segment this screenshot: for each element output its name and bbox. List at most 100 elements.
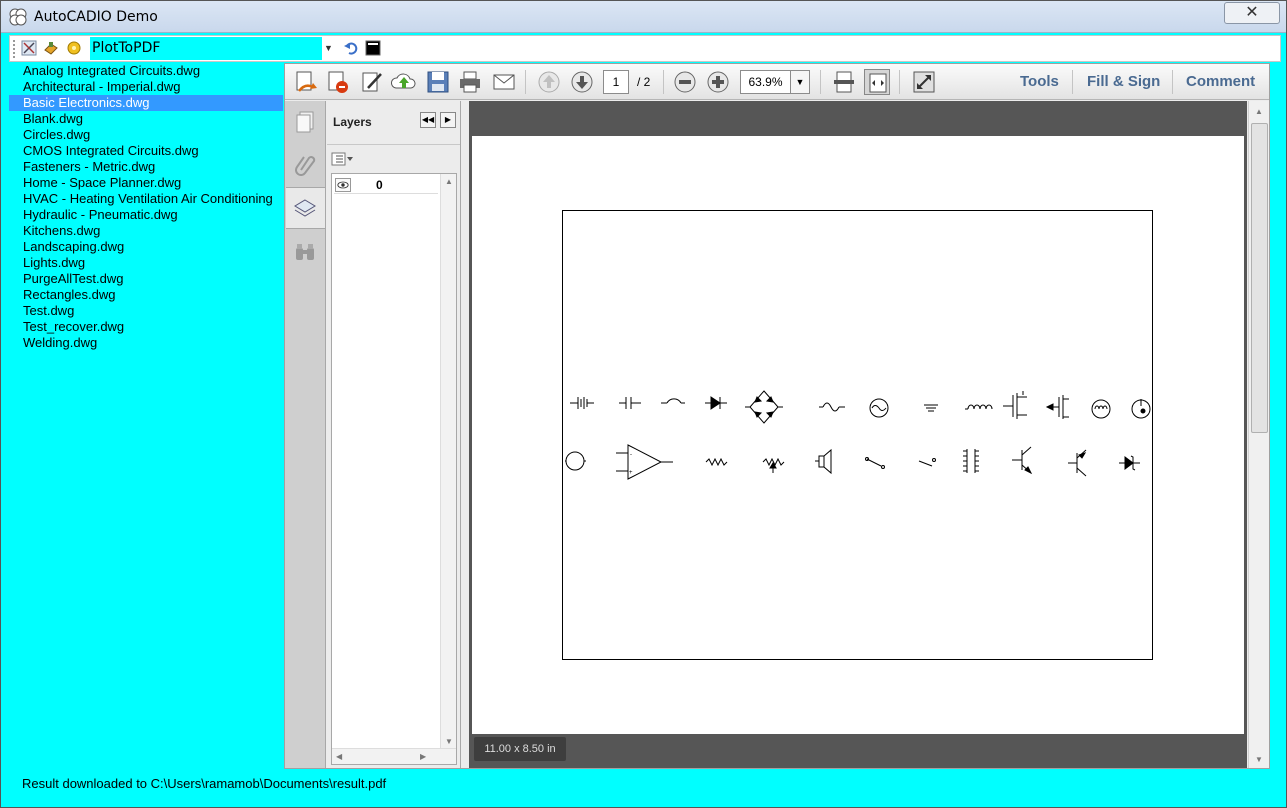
scroll-left-icon[interactable]: ◀ <box>336 752 342 761</box>
page-size-badge: 11.00 x 8.50 in <box>474 737 566 761</box>
attachments-button[interactable] <box>286 143 325 185</box>
file-list-item[interactable]: Landscaping.dwg <box>9 239 283 255</box>
print-icon[interactable] <box>457 69 483 95</box>
toolbar-separator <box>1172 70 1173 94</box>
file-list-item[interactable]: Lights.dwg <box>9 255 283 271</box>
layer-name: 0 <box>376 178 383 192</box>
battery-symbol <box>570 397 594 409</box>
layer-vertical-scrollbar[interactable]: ▲ ▼ <box>440 174 456 748</box>
layer-options-icon[interactable] <box>331 151 357 167</box>
svg-text:+: + <box>629 470 633 476</box>
switch-open-symbol <box>918 458 936 467</box>
sign-edit-icon[interactable] <box>359 69 385 95</box>
full-screen-icon[interactable] <box>911 69 937 95</box>
zoom-out-icon[interactable] <box>672 69 698 95</box>
switch-symbol <box>865 457 885 469</box>
document-vertical-scrollbar[interactable]: ▲ ▼ <box>1248 101 1269 768</box>
file-list-item[interactable]: Basic Electronics.dwg <box>9 95 283 111</box>
undo-icon[interactable] <box>343 40 359 56</box>
scroll-up-icon[interactable]: ▲ <box>445 177 453 186</box>
build-icon[interactable] <box>43 40 59 56</box>
op-amp-symbol: -+ <box>616 444 673 480</box>
file-list-item[interactable]: Kitchens.dwg <box>9 223 283 239</box>
scroll-right-icon[interactable]: ▶ <box>420 752 426 761</box>
resistor-symbol <box>705 457 728 467</box>
file-list-item[interactable]: Home - Space Planner.dwg <box>9 175 283 191</box>
file-list-item[interactable]: Fasteners - Metric.dwg <box>9 159 283 175</box>
npn-transistor-symbol <box>1012 446 1033 475</box>
eye-icon[interactable] <box>335 178 351 192</box>
email-icon[interactable] <box>491 69 517 95</box>
close-button[interactable]: ✕ <box>1224 2 1280 24</box>
navigation-pane-rail <box>285 101 326 768</box>
pnp-transistor-symbol <box>1068 449 1087 477</box>
scroll-down-icon[interactable]: ▼ <box>445 737 453 746</box>
collapse-left-icon[interactable]: ◀◀ <box>420 112 436 128</box>
scroll-up-icon[interactable]: ▲ <box>1255 107 1263 116</box>
file-list-item[interactable]: Welding.dwg <box>9 335 283 351</box>
toolbar-separator <box>1072 70 1073 94</box>
activity-toolbar: PlotToPDF ▼ <box>9 35 1281 62</box>
layers-button[interactable] <box>286 187 325 229</box>
zoom-in-icon[interactable] <box>705 69 731 95</box>
title-bar: AutoCADIO Demo ✕ <box>1 1 1286 33</box>
window-title: AutoCADIO Demo <box>34 9 158 25</box>
file-list-item[interactable]: Test.dwg <box>9 303 283 319</box>
file-list-item[interactable]: Hydraulic - Pneumatic.dwg <box>9 207 283 223</box>
scroll-thumb[interactable] <box>1251 123 1268 433</box>
upload-cloud-icon[interactable] <box>390 69 417 95</box>
file-list-item[interactable]: CMOS Integrated Circuits.dwg <box>9 143 283 159</box>
file-list-item[interactable]: Rectangles.dwg <box>9 287 283 303</box>
edit-pdf-icon[interactable] <box>325 69 351 95</box>
layers-panel: Layers ◀◀ ▶ 0 ▲ ▼ ◀ ▶ <box>327 101 461 768</box>
app-logo-icon <box>9 8 27 26</box>
zoom-input[interactable]: 63.9% <box>740 70 790 94</box>
document-area: - + 11.00 x 8.50 in <box>469 101 1247 768</box>
save-icon[interactable] <box>425 69 451 95</box>
scroll-down-icon[interactable]: ▼ <box>1255 755 1263 764</box>
speaker-symbol <box>815 448 832 475</box>
file-list-item[interactable]: Analog Integrated Circuits.dwg <box>9 63 283 79</box>
fit-width-icon[interactable] <box>864 69 890 95</box>
bridge-rectifier-symbol <box>745 390 783 424</box>
zoom-dropdown-icon[interactable]: ▼ <box>790 70 810 94</box>
chevron-down-icon[interactable]: ▼ <box>324 43 333 53</box>
previous-page-icon[interactable] <box>536 69 562 95</box>
layer-list: 0 ▲ ▼ ◀ ▶ <box>331 173 457 765</box>
file-list-item[interactable]: PurgeAllTest.dwg <box>9 271 283 287</box>
drawing-file-list: Analog Integrated Circuits.dwg Architectu… <box>9 63 283 763</box>
file-list-item[interactable]: Architectural - Imperial.dwg <box>9 79 283 95</box>
file-list-item[interactable]: Circles.dwg <box>9 127 283 143</box>
activity-combo[interactable]: PlotToPDF <box>90 37 322 60</box>
run-icon[interactable] <box>66 40 82 56</box>
tab-tools[interactable]: Tools <box>1020 73 1059 90</box>
transformer-symbol <box>963 449 979 473</box>
next-page-icon[interactable] <box>569 69 595 95</box>
layer-row[interactable]: 0 <box>334 176 438 194</box>
tab-comment[interactable]: Comment <box>1186 73 1255 90</box>
file-list-item[interactable]: HVAC - Heating Ventilation Air Condition… <box>9 191 283 207</box>
mosfet-p-symbol <box>1045 395 1069 419</box>
ground-symbol <box>924 404 938 412</box>
binoculars-icon <box>296 244 314 260</box>
console-icon[interactable] <box>365 40 381 56</box>
tab-fill-sign[interactable]: Fill & Sign <box>1087 73 1160 90</box>
page-number-input[interactable]: 1 <box>603 70 629 94</box>
potentiometer-symbol <box>762 457 785 473</box>
fit-page-icon[interactable] <box>831 69 857 95</box>
toolbar-separator <box>525 70 526 94</box>
create-pdf-icon[interactable] <box>293 69 319 95</box>
app-window: AutoCADIO Demo ✕ PlotToPDF ▼ Analog Inte… <box>0 0 1287 808</box>
paperclip-icon <box>295 156 316 176</box>
file-list-item[interactable]: Blank.dwg <box>9 111 283 127</box>
file-list-item[interactable]: Test_recover.dwg <box>9 319 283 335</box>
tools-icon[interactable] <box>21 40 37 56</box>
toolbar-grip[interactable] <box>13 40 16 58</box>
lamp-symbol <box>1091 399 1111 419</box>
layer-horizontal-scrollbar[interactable]: ◀ ▶ <box>332 748 456 764</box>
toolbar-separator <box>820 70 821 94</box>
page-thumbnails-button[interactable] <box>286 101 325 143</box>
collapse-right-icon[interactable]: ▶ <box>440 112 456 128</box>
search-button[interactable] <box>286 231 325 273</box>
capacitor-symbol <box>619 397 641 409</box>
